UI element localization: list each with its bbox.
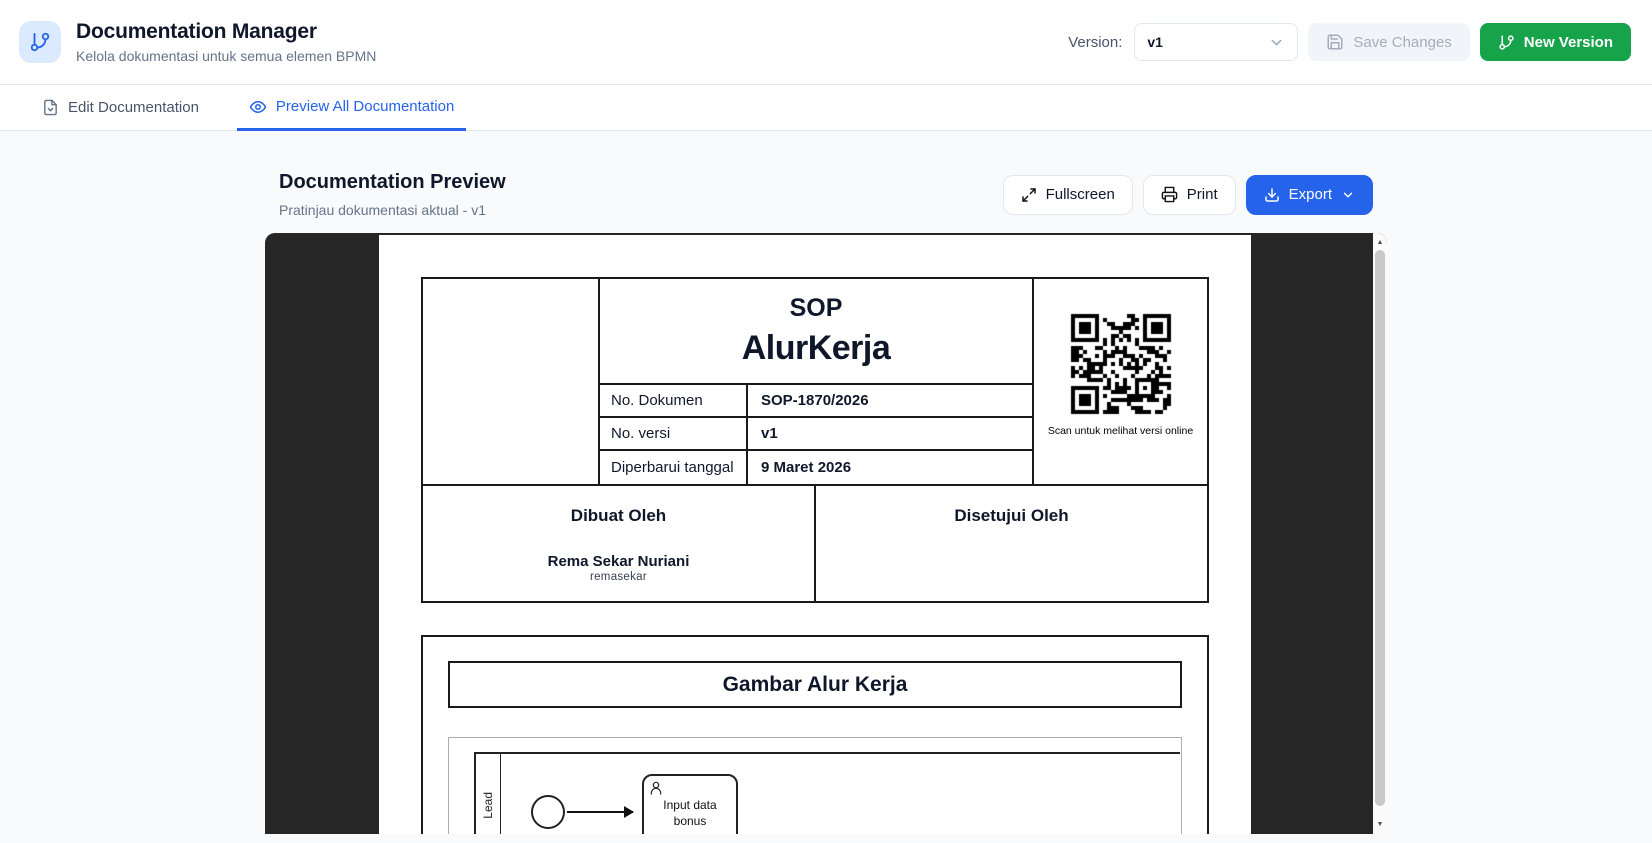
app-header: Documentation Manager Kelola dokumentasi… bbox=[0, 0, 1652, 85]
preview-subtitle: Pratinjau dokumentasi aktual - v1 bbox=[279, 202, 486, 218]
created-by-cell: Dibuat Oleh Rema Sekar Nuriani remasekar bbox=[423, 486, 816, 601]
meta-value: 9 Maret 2026 bbox=[761, 459, 852, 476]
chevron-down-icon bbox=[1271, 39, 1282, 45]
logo-cell bbox=[423, 279, 600, 484]
meta-value: SOP-1870/2026 bbox=[748, 385, 1032, 418]
fullscreen-button[interactable]: Fullscreen bbox=[1002, 174, 1133, 215]
meta-label: No. versi bbox=[600, 418, 748, 451]
export-button[interactable]: Export bbox=[1245, 174, 1373, 215]
export-label: Export bbox=[1288, 186, 1332, 203]
title-cell: SOP AlurKerja bbox=[600, 279, 1032, 385]
tab-edit-label: Edit Documentation bbox=[68, 99, 199, 116]
document-preview-viewport: SOP AlurKerja Scan untuk melihat versi o… bbox=[265, 233, 1387, 834]
scroll-down-arrow[interactable]: ▼ bbox=[1373, 817, 1387, 831]
tab-preview-all-documentation[interactable]: Preview All Documentation bbox=[236, 85, 467, 131]
page-title: Documentation Manager bbox=[76, 20, 317, 43]
version-select[interactable]: v1 bbox=[1134, 23, 1299, 61]
doc-type: SOP bbox=[789, 294, 843, 322]
tab-preview-label: Preview All Documentation bbox=[275, 98, 455, 115]
bpmn-lane-header: Lead bbox=[476, 754, 501, 834]
signature-table: Dibuat Oleh Rema Sekar Nuriani remasekar… bbox=[421, 486, 1209, 603]
tab-bar: Edit Documentation Preview All Documenta… bbox=[0, 85, 1652, 131]
created-by-signature: remasekar bbox=[589, 571, 648, 583]
created-by-label: Dibuat Oleh bbox=[570, 506, 667, 525]
doc-name: AlurKerja bbox=[741, 329, 891, 367]
save-icon bbox=[1327, 34, 1343, 50]
approved-by-label: Disetujui Oleh bbox=[954, 506, 1069, 525]
bpmn-task-label: Input data bonus bbox=[663, 798, 717, 828]
bpmn-sequence-flow bbox=[567, 806, 634, 818]
workflow-section: Gambar Alur Kerja Lead Input data bonus bbox=[421, 635, 1209, 834]
approved-by-cell: Disetujui Oleh bbox=[816, 486, 1207, 601]
meta-value: v1 bbox=[748, 418, 1032, 451]
qr-cell: Scan untuk melihat versi online bbox=[1032, 279, 1207, 484]
page-subtitle: Kelola dokumentasi untuk semua elemen BP… bbox=[76, 48, 377, 64]
tab-edit-documentation[interactable]: Edit Documentation bbox=[30, 85, 211, 130]
document-page: SOP AlurKerja Scan untuk melihat versi o… bbox=[379, 235, 1251, 834]
download-icon bbox=[1264, 187, 1279, 202]
eye-icon bbox=[249, 100, 267, 113]
app-logo bbox=[19, 21, 61, 63]
printer-icon bbox=[1161, 186, 1178, 203]
user-icon bbox=[650, 781, 662, 795]
git-branch-icon bbox=[1499, 34, 1514, 50]
qr-code bbox=[1068, 312, 1173, 416]
new-version-button[interactable]: New Version bbox=[1479, 23, 1631, 61]
bpmn-user-task: Input data bonus bbox=[642, 774, 738, 834]
save-changes-label: Save Changes bbox=[1353, 33, 1452, 51]
preview-title: Documentation Preview bbox=[279, 171, 506, 193]
chevron-down-icon bbox=[1343, 192, 1353, 197]
version-label: Version: bbox=[1068, 33, 1123, 51]
bpmn-pool: Lead Input data bonus bbox=[474, 752, 1180, 834]
fullscreen-label: Fullscreen bbox=[1045, 186, 1115, 203]
sop-header-table: SOP AlurKerja Scan untuk melihat versi o… bbox=[421, 277, 1209, 486]
version-select-value: v1 bbox=[1147, 34, 1163, 50]
created-by-name: Rema Sekar Nuriani bbox=[547, 553, 690, 570]
file-down-icon bbox=[44, 99, 57, 116]
workflow-title: Gambar Alur Kerja bbox=[448, 661, 1182, 708]
new-version-label: New Version bbox=[1523, 33, 1613, 51]
save-changes-button[interactable]: Save Changes bbox=[1308, 23, 1470, 61]
scroll-up-arrow[interactable]: ▲ bbox=[1373, 235, 1387, 249]
bpmn-start-event bbox=[531, 795, 565, 829]
print-label: Print bbox=[1186, 186, 1218, 203]
documentation-manager-app: Documentation Manager Kelola dokumentasi… bbox=[0, 0, 1652, 843]
fullscreen-icon bbox=[1021, 187, 1036, 202]
scrollbar-thumb[interactable] bbox=[1375, 250, 1385, 806]
meta-label: No. Dokumen bbox=[600, 385, 748, 418]
git-branch-icon bbox=[30, 32, 50, 52]
qr-caption: Scan untuk melihat versi online bbox=[1047, 425, 1194, 437]
preview-scrollbar[interactable]: ▲ ▼ bbox=[1373, 233, 1387, 834]
bpmn-diagram: Lead Input data bonus bbox=[448, 737, 1182, 834]
meta-label: Diperbarui tanggal bbox=[600, 451, 748, 484]
bpmn-lane-label: Lead bbox=[481, 792, 495, 819]
print-button[interactable]: Print bbox=[1142, 174, 1236, 215]
preview-header: Documentation Preview Pratinjau dokument… bbox=[265, 171, 1387, 218]
